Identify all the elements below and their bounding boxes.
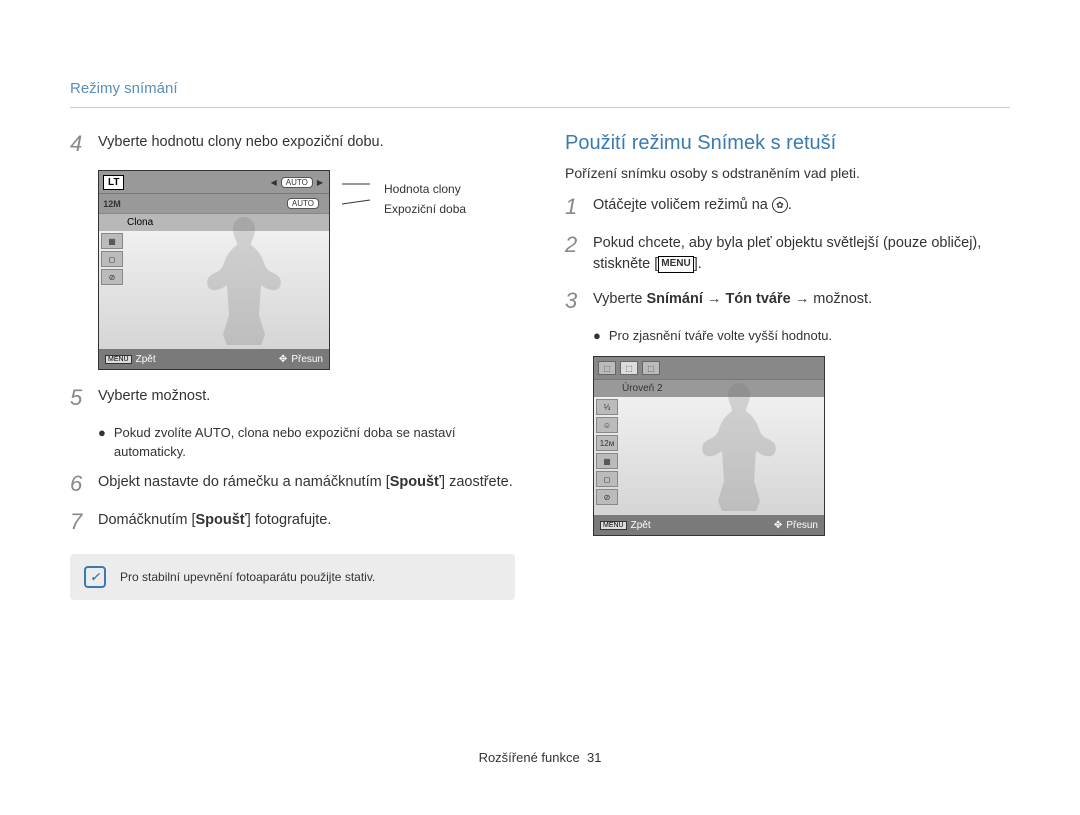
step-text: Vyberte Snímání → Tón tváře → možnost.: [593, 289, 872, 313]
manual-page: Režimy snímání 4 Vyberte hodnotu clony n…: [0, 0, 1080, 765]
cam-icon: 12м: [596, 435, 618, 451]
move-icon: ✥: [279, 354, 287, 365]
footer-section: Rozšířené funkce: [479, 750, 580, 765]
cam-icon: ◻: [596, 471, 618, 487]
step-number: 6: [70, 472, 98, 496]
cam-clona-row: Clona: [99, 213, 329, 231]
cam-left-icons: ⅓ ☺ 12м ▦ ◻ ⊘: [594, 397, 620, 515]
cam-icon: ☺: [596, 417, 618, 433]
step-3-sub: ● Pro zjasnění tváře volte vyšší hodnotu…: [593, 327, 1010, 346]
camera-screenshot-1: LT ◀ AUTO ▶ 12M AUTO Clona: [98, 170, 330, 370]
step-text: Otáčejte voličem režimů na ✿.: [593, 195, 792, 219]
cam-left-icons: ▦ ◻ ⊘: [99, 231, 125, 349]
page-number: 31: [587, 750, 601, 765]
cam-icon: ◻: [101, 251, 123, 267]
section-title: Použití režimu Snímek s retuší: [565, 132, 1010, 155]
exposure-label: Expoziční doba: [384, 202, 466, 216]
sub-text: Pro zjasnění tváře volte vyšší hodnotu.: [609, 327, 832, 346]
divider: [70, 107, 1010, 108]
lt-badge: LT: [103, 175, 124, 190]
step-number: 2: [565, 233, 593, 275]
cam-icon: ⊘: [101, 269, 123, 285]
step-6: 6 Objekt nastavte do rámečku a namáčknut…: [70, 472, 515, 496]
step-7: 7 Domáčknutím [Spoušť] fotografujte.: [70, 510, 515, 534]
step-3: 3 Vyberte Snímání → Tón tváře → možnost.: [565, 289, 1010, 313]
beauty-mode-icon: ✿: [772, 197, 788, 213]
move-label: Přesun: [291, 354, 323, 365]
arrow-right-icon: ▶: [317, 178, 323, 187]
cam-top-row: LT ◀ AUTO ▶: [99, 171, 329, 193]
level-row: Úroveň 2: [594, 379, 824, 397]
cam-icon: ▦: [101, 233, 123, 249]
arrow-left-icon: ◀: [271, 178, 277, 187]
note-icon: ✓: [84, 566, 106, 588]
camera-screenshot-2: ⬚ ⬚ ⬚ Úroveň 2 ⅓ ☺ 12м ▦: [593, 356, 825, 536]
tab-icon: ⬚: [598, 361, 616, 375]
cam-top-row: ⬚ ⬚ ⬚: [594, 357, 824, 379]
cam-icon: ⊘: [596, 489, 618, 505]
back-label: Zpět: [136, 354, 156, 365]
move-label: Přesun: [786, 520, 818, 531]
step-number: 1: [565, 195, 593, 219]
clona-label: Clona: [127, 217, 153, 228]
step-text: Objekt nastavte do rámečku a namáčknutím…: [98, 472, 513, 496]
step-text: Pokud chcete, aby byla pleť objektu svět…: [593, 233, 1010, 275]
menu-key-icon: MENU: [658, 256, 693, 273]
step-number: 7: [70, 510, 98, 534]
back-label: Zpět: [631, 520, 651, 531]
sub-text: Pokud zvolíte AUTO, clona nebo expoziční…: [114, 424, 515, 462]
tab-icon: ⬚: [620, 361, 638, 375]
camera-screenshot-1-wrap: LT ◀ AUTO ▶ 12M AUTO Clona: [98, 170, 515, 370]
tab-icon: ⬚: [642, 361, 660, 375]
step-text: Vyberte možnost.: [98, 386, 210, 410]
screenshot-labels: Hodnota clony Expoziční doba: [384, 170, 466, 216]
cam-main-area: ▦ ◻ ⊘: [99, 231, 329, 349]
cam-icon: ▦: [596, 453, 618, 469]
menu-key-icon: MENU: [600, 521, 627, 530]
note-box: ✓ Pro stabilní upevnění fotoaparátu použ…: [70, 554, 515, 600]
aperture-label: Hodnota clony: [384, 182, 466, 196]
section-intro: Pořízení snímku osoby s odstraněním vad …: [565, 165, 1010, 181]
breadcrumb: Režimy snímání: [70, 80, 1010, 97]
bullet-icon: ●: [98, 424, 106, 462]
bullet-icon: ●: [593, 327, 601, 346]
level-label: Úroveň 2: [622, 383, 663, 394]
page-footer: Rozšířené funkce 31: [70, 750, 1010, 765]
columns: 4 Vyberte hodnotu clony nebo expoziční d…: [70, 132, 1010, 600]
step-text: Domáčknutím [Spoušť] fotografujte.: [98, 510, 331, 534]
right-column: Použití režimu Snímek s retuší Pořízení …: [565, 132, 1010, 600]
step-text: Vyberte hodnotu clony nebo expoziční dob…: [98, 132, 384, 156]
step-number: 4: [70, 132, 98, 156]
step-2: 2 Pokud chcete, aby byla pleť objektu sv…: [565, 233, 1010, 275]
cam-main-area: ⅓ ☺ 12м ▦ ◻ ⊘: [594, 397, 824, 515]
cam-row-12m: 12M AUTO: [99, 193, 329, 213]
cam-bottom-bar: MENU Zpět ✥ Přesun: [99, 349, 329, 369]
resolution-icon: 12M: [99, 199, 125, 209]
step-1: 1 Otáčejte voličem režimů na ✿.: [565, 195, 1010, 219]
note-text: Pro stabilní upevnění fotoaparátu použij…: [120, 570, 375, 584]
cam-icon: ⅓: [596, 399, 618, 415]
auto-badge: AUTO: [281, 177, 313, 188]
step-number: 5: [70, 386, 98, 410]
step-5-sub: ● Pokud zvolíte AUTO, clona nebo expozič…: [98, 424, 515, 462]
step-5: 5 Vyberte možnost.: [70, 386, 515, 410]
step-number: 3: [565, 289, 593, 313]
step-4: 4 Vyberte hodnotu clony nebo expoziční d…: [70, 132, 515, 156]
left-column: 4 Vyberte hodnotu clony nebo expoziční d…: [70, 132, 515, 600]
cam-bottom-bar: MENU Zpět ✥ Přesun: [594, 515, 824, 535]
auto-badge-2: AUTO: [287, 198, 319, 209]
menu-key-icon: MENU: [105, 355, 132, 364]
leader-lines: [342, 170, 372, 218]
move-icon: ✥: [774, 520, 782, 531]
